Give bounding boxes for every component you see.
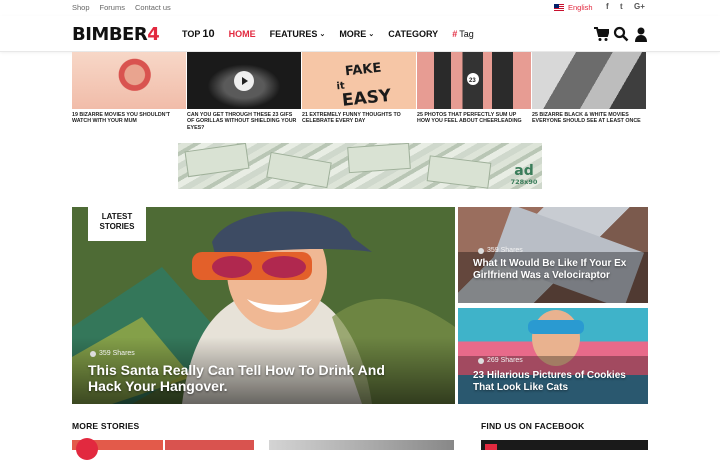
- share-count-text: 269 Shares: [487, 357, 523, 364]
- side-post-image: [458, 207, 648, 303]
- side-post[interactable]: 359 Shares What It Would Be Like If Your…: [458, 207, 648, 303]
- svg-text:FAKE: FAKE: [344, 61, 382, 80]
- side-post-title[interactable]: 23 Hilarious Pictures of Cookies That Lo…: [473, 370, 638, 393]
- nav-tag-label: Tag: [459, 29, 474, 39]
- trending-item[interactable]: CAN YOU GET THROUGH THESE 23 GIFS OF GOR…: [187, 52, 301, 131]
- ad-label: ad 728x90: [510, 164, 538, 186]
- user-icon[interactable]: [633, 26, 649, 42]
- site-logo[interactable]: BIMBER4: [72, 24, 160, 45]
- nav-more[interactable]: MORE ⌄: [339, 29, 374, 39]
- ad-banner[interactable]: ad 728x90: [178, 143, 542, 189]
- search-icon[interactable]: [613, 26, 629, 42]
- play-icon[interactable]: [234, 71, 254, 91]
- side-post-title[interactable]: What It Would Be Like If Your Ex Girlfri…: [473, 258, 633, 281]
- trending-caption: 25 BIZARRE BLACK & WHITE MOVIES EVERYONE…: [532, 112, 641, 125]
- logo-number: 4: [147, 24, 160, 45]
- side-post[interactable]: 269 Shares 23 Hilarious Pictures of Cook…: [458, 308, 648, 404]
- thumbnail-image: [72, 52, 186, 109]
- nav-home[interactable]: HOME: [229, 29, 256, 39]
- svg-text:EASY: EASY: [341, 86, 393, 109]
- banknote-image: [426, 155, 492, 189]
- language-switcher[interactable]: English: [554, 3, 593, 12]
- nav-tag[interactable]: # Tag: [452, 29, 474, 39]
- chevron-down-icon: ⌄: [319, 31, 326, 38]
- twitter-icon[interactable]: t: [620, 2, 623, 11]
- google-plus-icon[interactable]: G+: [634, 2, 645, 11]
- trending-item[interactable]: 25 BIZARRE BLACK & WHITE MOVIES EVERYONE…: [532, 52, 646, 125]
- banknote-image: [347, 143, 411, 174]
- trending-item[interactable]: FAKE it EASY 21 EXTREMELY FUNNY THOUGHTS…: [302, 52, 416, 125]
- story-card-image[interactable]: [269, 440, 454, 450]
- facebook-heading: FIND US ON FACEBOOK: [481, 421, 585, 431]
- more-stories-heading: MORE STORIES: [72, 421, 140, 431]
- share-icon: [90, 350, 96, 357]
- nav-features[interactable]: FEATURES ⌄: [270, 29, 326, 39]
- trending-caption: 25 PHOTOS THAT PERFECTLY SUM UP HOW YOU …: [417, 112, 522, 125]
- top-links: Shop Forums Contact us: [72, 3, 171, 12]
- story-card-image[interactable]: [72, 438, 254, 460]
- shop-link[interactable]: Shop: [72, 3, 90, 12]
- trending-caption: 19 BIZARRE MOVIES YOU SHOULDN'T WATCH WI…: [72, 112, 170, 125]
- share-count-text: 359 Shares: [487, 247, 523, 254]
- logo-text: BIMBER: [72, 24, 148, 45]
- latest-stories-badge: LATEST STORIES: [88, 207, 146, 241]
- trending-strip: 19 BIZARRE MOVIES YOU SHOULDN'T WATCH WI…: [72, 52, 648, 132]
- ad-size: 728x90: [510, 178, 538, 186]
- featured-post[interactable]: LATEST STORIES 359 Shares This Santa Rea…: [72, 207, 455, 404]
- language-label: English: [568, 3, 593, 12]
- facebook-widget[interactable]: [481, 440, 648, 450]
- featured-title[interactable]: This Santa Really Can Tell How To Drink …: [88, 362, 418, 394]
- trending-item[interactable]: 19 BIZARRE MOVIES YOU SHOULDN'T WATCH WI…: [72, 52, 186, 125]
- thumbnail-image: FAKE it EASY: [302, 52, 416, 109]
- nav-top10-prefix: TOP: [182, 29, 201, 39]
- cheerleaders-artwork: 23: [467, 73, 479, 85]
- trending-caption: CAN YOU GET THROUGH THESE 23 GIFS OF GOR…: [187, 112, 297, 131]
- banknote-image: [266, 151, 332, 189]
- uk-flag-icon: [554, 4, 564, 11]
- share-count-text: 359 Shares: [99, 350, 135, 357]
- cart-icon[interactable]: [593, 26, 609, 42]
- fake-it-easy-artwork: FAKE it EASY: [336, 61, 393, 109]
- facebook-icon[interactable]: f: [606, 2, 609, 11]
- nav-category[interactable]: CATEGORY: [388, 29, 438, 39]
- share-icon: [478, 247, 484, 254]
- share-count: 359 Shares: [90, 350, 135, 357]
- chevron-down-icon: ⌄: [368, 31, 375, 38]
- nav-more-label: MORE: [339, 29, 367, 39]
- share-count: 359 Shares: [478, 247, 523, 254]
- nav-top10-number: 10: [202, 28, 215, 40]
- thumbnail-image: [532, 52, 646, 109]
- site-header: BIMBER4 TOP 10 HOME FEATURES ⌄ MORE ⌄ CA…: [0, 16, 720, 52]
- trending-badge-icon: [76, 438, 98, 460]
- top-bar: Shop Forums Contact us English f t G+: [0, 0, 720, 16]
- nav-features-label: FEATURES: [269, 29, 318, 39]
- banknote-image: [184, 143, 250, 178]
- thumbnail-image: [187, 52, 301, 109]
- ad-text: ad: [514, 163, 534, 179]
- trending-item[interactable]: 23 25 PHOTOS THAT PERFECTLY SUM UP HOW Y…: [417, 52, 531, 125]
- thumbnail-image: 23: [417, 52, 531, 109]
- svg-text:23: 23: [469, 78, 476, 84]
- main-nav: TOP 10 HOME FEATURES ⌄ MORE ⌄ CATEGORY #…: [182, 28, 488, 40]
- share-icon: [478, 357, 484, 364]
- contact-link[interactable]: Contact us: [135, 3, 171, 12]
- trending-caption: 21 EXTREMELY FUNNY THOUGHTS TO CELEBRATE…: [302, 112, 401, 125]
- share-count: 269 Shares: [478, 357, 523, 364]
- forums-link[interactable]: Forums: [100, 3, 125, 12]
- page-thumbnail: [485, 444, 497, 450]
- nav-top10[interactable]: TOP 10: [182, 28, 215, 40]
- hash-symbol: #: [452, 29, 458, 39]
